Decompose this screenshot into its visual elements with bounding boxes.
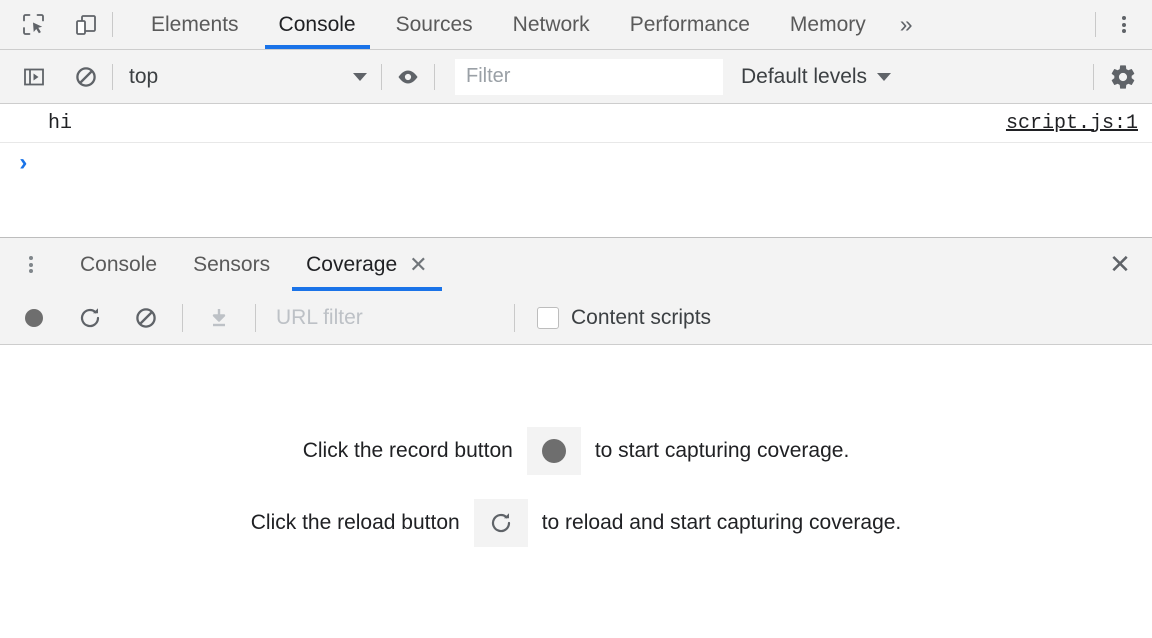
close-icon[interactable]: ✕ [409, 254, 427, 276]
drawer-tab-console[interactable]: Console [62, 238, 175, 291]
console-sidebar-icon[interactable] [8, 50, 60, 104]
record-icon[interactable] [6, 291, 62, 345]
coverage-toolbar-divider-2 [255, 304, 256, 332]
inspect-element-icon[interactable] [8, 0, 60, 49]
tab-network-label: Network [513, 13, 590, 37]
main-tab-list: Elements Console Sources Network Perform… [131, 0, 927, 49]
content-scripts-checkbox[interactable] [537, 307, 559, 329]
console-message-list: hi script.js:1 › [0, 104, 1152, 237]
more-tabs-chevron-icon[interactable]: » [886, 0, 927, 49]
console-prompt[interactable]: › [0, 143, 1152, 187]
console-message-source-link[interactable]: script.js:1 [1006, 112, 1138, 135]
log-levels-select[interactable]: Default levels [741, 65, 891, 89]
console-message-text: hi [48, 112, 72, 135]
clear-console-icon[interactable] [60, 50, 112, 104]
content-scripts-label: Content scripts [571, 306, 711, 330]
tab-elements[interactable]: Elements [131, 0, 259, 49]
content-scripts-checkbox-group[interactable]: Content scripts [537, 306, 711, 330]
main-panel-tabbar: Elements Console Sources Network Perform… [0, 0, 1152, 50]
coverage-empty-state: Click the record button to start capturi… [0, 345, 1152, 636]
coverage-toolbar-divider-1 [182, 304, 183, 332]
drawer-tab-console-label: Console [80, 253, 157, 277]
device-toolbar-icon[interactable] [60, 0, 112, 49]
log-levels-value: Default levels [741, 65, 867, 89]
record-icon[interactable] [527, 427, 581, 475]
drawer-tab-sensors[interactable]: Sensors [175, 238, 288, 291]
tab-console-label: Console [279, 13, 356, 37]
tab-memory-label: Memory [790, 13, 866, 37]
prompt-chevron-icon: › [16, 153, 30, 177]
reload-icon[interactable] [474, 499, 528, 547]
chevron-down-icon [353, 73, 367, 81]
console-filter-toolbar: top Filter Default levels [0, 50, 1152, 104]
export-download-icon[interactable] [191, 291, 247, 345]
reload-icon[interactable] [62, 291, 118, 345]
main-tabbar-right [1095, 0, 1152, 49]
coverage-hint-record: Click the record button to start capturi… [303, 427, 850, 475]
more-tabs-label: » [900, 11, 913, 38]
kebab-menu-icon[interactable] [0, 238, 62, 291]
tab-performance[interactable]: Performance [610, 0, 770, 49]
gear-icon[interactable] [1094, 63, 1152, 91]
tab-elements-label: Elements [151, 13, 239, 37]
drawer-tab-sensors-label: Sensors [193, 253, 270, 277]
close-drawer-icon[interactable]: ✕ [1088, 238, 1152, 291]
execution-context-value: top [129, 65, 158, 89]
console-filter-placeholder: Filter [466, 65, 510, 88]
coverage-hint-record-suffix: to start capturing coverage. [595, 439, 849, 463]
kebab-menu-icon[interactable] [1096, 0, 1152, 49]
tab-performance-label: Performance [630, 13, 750, 37]
drawer-tabbar: Console Sensors Coverage ✕ ✕ [0, 238, 1152, 291]
drawer-tab-coverage[interactable]: Coverage ✕ [288, 238, 446, 291]
tab-sources[interactable]: Sources [376, 0, 493, 49]
live-expression-eye-icon[interactable] [382, 50, 434, 104]
tab-memory[interactable]: Memory [770, 0, 886, 49]
console-message-row[interactable]: hi script.js:1 [0, 104, 1152, 143]
execution-context-select[interactable]: top [113, 65, 381, 89]
clear-icon[interactable] [118, 291, 174, 345]
chevron-down-icon [877, 73, 891, 81]
coverage-hint-record-prefix: Click the record button [303, 439, 513, 463]
coverage-hint-reload-prefix: Click the reload button [251, 511, 460, 535]
url-filter-input[interactable]: URL filter [276, 300, 506, 336]
coverage-hint-reload: Click the reload button to reload and st… [251, 499, 902, 547]
tab-console[interactable]: Console [259, 0, 376, 49]
tab-sources-label: Sources [396, 13, 473, 37]
drawer: Console Sensors Coverage ✕ ✕ [0, 237, 1152, 636]
coverage-hint-reload-suffix: to reload and start capturing coverage. [542, 511, 902, 535]
drawer-tab-coverage-label: Coverage [306, 253, 397, 277]
coverage-toolbar: URL filter Content scripts [0, 291, 1152, 345]
console-toolbar-right [1093, 50, 1152, 104]
toolbar-divider [112, 12, 113, 37]
console-filter-input[interactable]: Filter [455, 59, 723, 95]
url-filter-placeholder: URL filter [276, 306, 363, 330]
tab-network[interactable]: Network [493, 0, 610, 49]
console-toolbar-divider-3 [434, 64, 435, 90]
coverage-toolbar-divider-3 [514, 304, 515, 332]
